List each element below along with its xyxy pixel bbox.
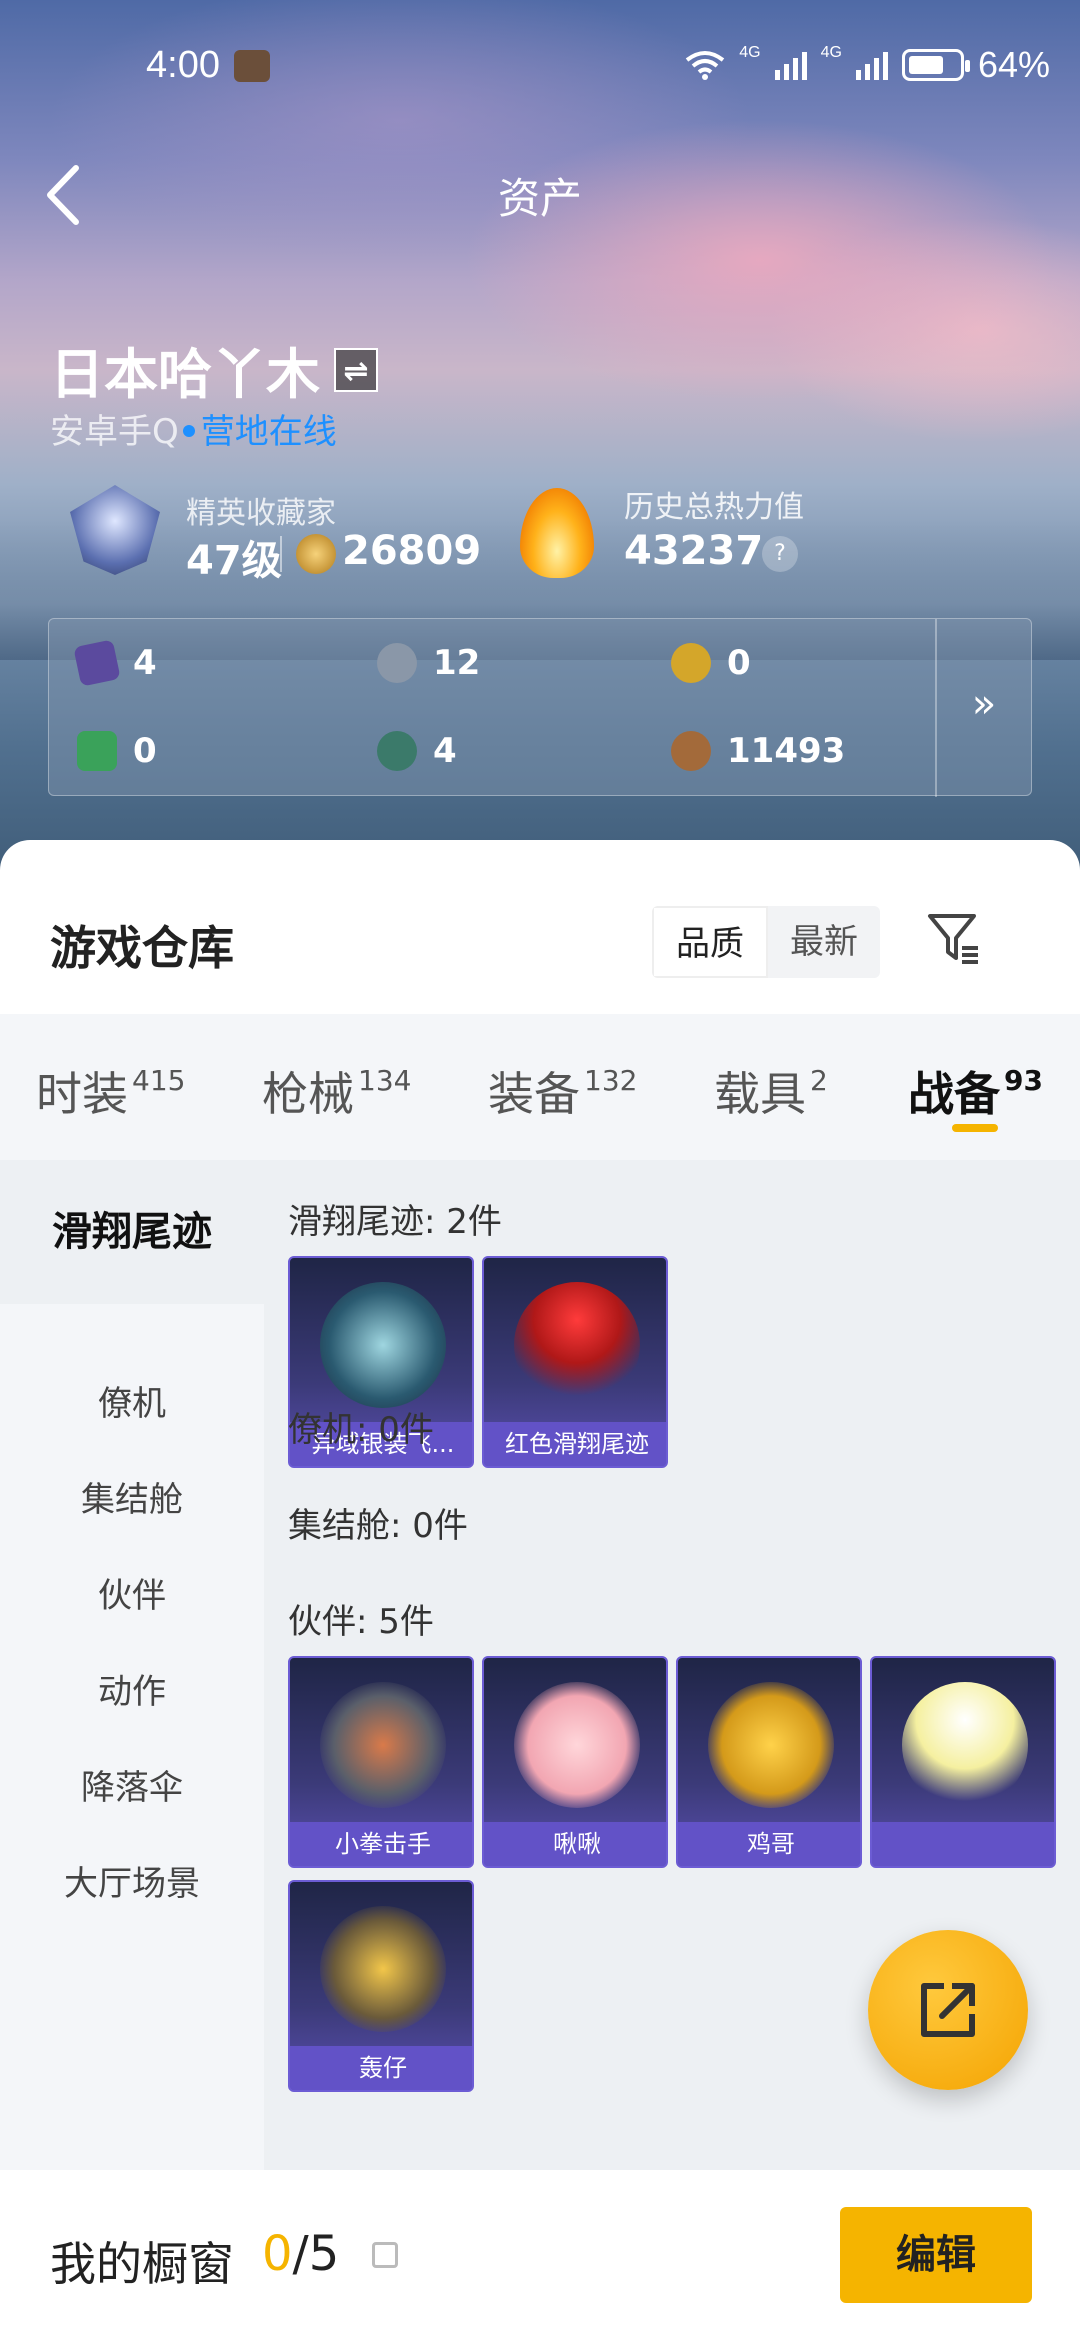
item-art xyxy=(320,1282,446,1408)
purple-card-icon xyxy=(73,639,121,687)
item-card[interactable]: 啾啾 xyxy=(482,1656,668,1868)
sidebar-item-parachute[interactable]: 降落伞 xyxy=(0,1760,264,1809)
stat-item: 11493 xyxy=(671,731,845,771)
tab-equipment[interactable]: 装备 132 xyxy=(488,1058,637,1124)
help-icon[interactable]: ? xyxy=(762,536,798,572)
item-name: 轰仔 xyxy=(290,2046,472,2090)
item-name xyxy=(872,1822,1054,1866)
item-card[interactable]: 小拳击手 xyxy=(288,1656,474,1868)
item-art xyxy=(708,1682,834,1808)
heat-value: 43237 xyxy=(624,528,764,574)
active-tab-indicator xyxy=(952,1124,998,1132)
green-card-icon xyxy=(77,731,117,771)
wifi-icon xyxy=(686,51,725,80)
gold-coin-icon xyxy=(671,643,711,683)
heat-title: 历史总热力值 xyxy=(624,490,804,525)
item-name: 小拳击手 xyxy=(290,1822,472,1866)
coin-icon xyxy=(296,534,336,574)
item-name: 红色滑翔尾迹 xyxy=(484,1422,666,1466)
item-art xyxy=(320,1682,446,1808)
item-art xyxy=(514,1682,640,1808)
showcase-count: 0/5 xyxy=(262,2226,340,2282)
currency-stats-panel: 4 12 0 0 4 11493 » xyxy=(48,618,1032,797)
sidebar-item-partner[interactable]: 伙伴 xyxy=(0,1568,264,1617)
section-label-partner: 伙伴: 5件 xyxy=(288,1602,434,1642)
item-art xyxy=(320,1906,446,2032)
warehouse-title: 游戏仓库 xyxy=(50,921,234,975)
status-time: 4:00 xyxy=(146,44,220,86)
coin-value: 26809 xyxy=(342,528,482,574)
switch-account-icon[interactable]: ⇌ xyxy=(334,347,378,392)
stat-item: 4 xyxy=(73,639,157,687)
network-type-1: 4G xyxy=(739,44,761,61)
status-bar: 4:00 4G 4G 64% xyxy=(0,40,1080,90)
battery-percent: 64% xyxy=(977,44,1050,85)
silver-coin-icon xyxy=(377,643,417,683)
sort-latest-button[interactable]: 最新 xyxy=(768,906,880,978)
edit-button[interactable]: 编辑 xyxy=(840,2207,1032,2303)
online-label: 营地在线 xyxy=(200,412,337,452)
item-card[interactable]: 轰仔 xyxy=(288,1880,474,2092)
share-button[interactable] xyxy=(868,1930,1028,2090)
tab-weapons[interactable]: 枪械 134 xyxy=(262,1058,411,1124)
sidebar-item-capsule[interactable]: 集结舱 xyxy=(0,1472,264,1521)
user-name-row: 日本哈丫木 ⇌ xyxy=(50,330,378,409)
stats-more-button[interactable]: » xyxy=(935,619,1031,797)
user-name: 日本哈丫木 xyxy=(50,343,320,406)
battery-icon xyxy=(901,49,970,81)
section-label-capsule: 集结舱: 0件 xyxy=(288,1506,468,1546)
signal-icon-1 xyxy=(774,50,807,80)
item-art xyxy=(902,1682,1028,1808)
stat-item: 0 xyxy=(671,643,751,683)
item-card[interactable]: 红色滑翔尾迹 xyxy=(482,1256,668,1468)
category-tabs: 时装 415 枪械 134 装备 132 载具 2 战备 93 xyxy=(0,1014,1080,1160)
sidebar-item-lobby-scene[interactable]: 大厅场景 xyxy=(0,1856,264,1905)
app-notification-icon xyxy=(234,50,270,82)
sidebar-item-wingman[interactable]: 僚机 xyxy=(0,1376,264,1425)
tab-vehicles[interactable]: 载具 2 xyxy=(714,1058,828,1124)
network-type-2: 4G xyxy=(820,44,842,61)
stat-item: 0 xyxy=(77,731,157,771)
stat-item: 12 xyxy=(377,643,480,683)
platform-label: 安卓手Q xyxy=(50,412,179,452)
item-name: 鸡哥 xyxy=(678,1822,860,1866)
sort-toggle: 品质 最新 xyxy=(652,906,880,978)
filter-icon[interactable] xyxy=(924,908,984,968)
bronze-coin-icon xyxy=(671,731,711,771)
sidebar-item-emote[interactable]: 动作 xyxy=(0,1664,264,1713)
signal-icon-2 xyxy=(855,50,888,80)
rank-level: 47级 xyxy=(186,538,282,584)
green-orb-icon xyxy=(377,731,417,771)
sort-quality-button[interactable]: 品质 xyxy=(652,906,768,978)
tab-battle-gear[interactable]: 战备 93 xyxy=(908,1058,1043,1124)
lock-icon xyxy=(372,2242,398,2268)
section-label-wingman: 僚机: 0件 xyxy=(288,1410,434,1450)
item-name: 啾啾 xyxy=(484,1822,666,1866)
platform-status: 安卓手Q 营地在线 xyxy=(50,404,337,453)
stat-item: 4 xyxy=(377,731,457,771)
online-dot xyxy=(182,425,195,437)
subcategory-sidebar: 滑翔尾迹 僚机 集结舱 伙伴 动作 降落伞 大厅场景 xyxy=(0,1160,264,2170)
sidebar-item-glide-trail[interactable]: 滑翔尾迹 xyxy=(0,1160,264,1304)
page-title: 资产 xyxy=(497,174,582,223)
item-card[interactable] xyxy=(870,1656,1056,1868)
section-label-glide: 滑翔尾迹: 2件 xyxy=(288,1202,502,1242)
item-art xyxy=(514,1282,640,1408)
rank-title: 精英收藏家 xyxy=(186,496,336,531)
share-icon xyxy=(921,1983,975,2037)
showcase-title: 我的橱窗 xyxy=(50,2237,234,2291)
tab-fashion[interactable]: 时装 415 xyxy=(36,1058,185,1124)
divider xyxy=(280,536,282,572)
item-card[interactable]: 鸡哥 xyxy=(676,1656,862,1868)
